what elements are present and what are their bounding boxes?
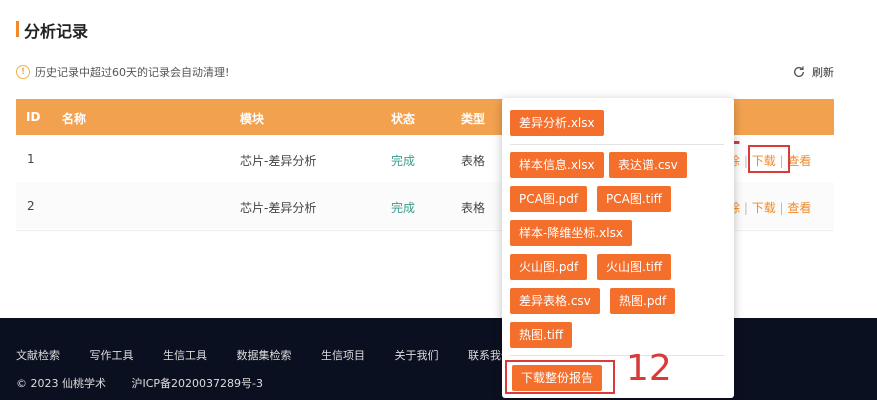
refresh-button[interactable]: 刷新 xyxy=(792,64,834,80)
popup-divider xyxy=(510,144,724,145)
icp-number[interactable]: 沪ICP备2020037289号-3 xyxy=(132,377,264,390)
file-button[interactable]: PCA图.pdf xyxy=(510,186,588,212)
download-popup: 差异分析.xlsx 样本信息.xlsx 表达谱.csv PCA图.pdf PCA… xyxy=(502,98,734,398)
cell-status: 完成 xyxy=(391,154,416,168)
view-link[interactable]: 查看 xyxy=(787,201,811,215)
popup-divider xyxy=(510,355,724,356)
view-link[interactable]: 查看 xyxy=(787,154,811,168)
footer-link-bioinfo-tools[interactable]: 生信工具 xyxy=(163,349,207,362)
cell-module: 芯片-差异分析 xyxy=(240,154,317,168)
copyright-text: © 2023 仙桃学术 xyxy=(16,377,106,390)
file-button[interactable]: 差异表格.csv xyxy=(510,288,600,314)
annotation-12: 12 xyxy=(626,348,672,389)
file-button[interactable]: 样本信息.xlsx xyxy=(510,152,604,178)
refresh-icon xyxy=(793,66,805,77)
file-button[interactable]: 热图.pdf xyxy=(610,288,676,314)
column-name: 名称 xyxy=(62,112,87,126)
footer-link-dataset-search[interactable]: 数据集检索 xyxy=(237,349,292,362)
report-highlight-box xyxy=(505,360,615,394)
download-highlight-box xyxy=(748,145,790,173)
file-button[interactable]: 样本-降维坐标.xlsx xyxy=(510,220,632,246)
page-title: 分析记录 xyxy=(24,22,89,41)
footer-link-writing-tools[interactable]: 写作工具 xyxy=(90,349,134,362)
file-button[interactable]: 表达谱.csv xyxy=(609,152,687,178)
file-button[interactable]: PCA图.tiff xyxy=(597,186,671,212)
copyright: © 2023 仙桃学术 沪ICP备2020037289号-3 xyxy=(16,375,263,391)
refresh-label: 刷新 xyxy=(812,66,834,79)
column-status: 状态 xyxy=(391,112,416,126)
column-id: ID xyxy=(26,110,41,124)
file-button[interactable]: 火山图.tiff xyxy=(597,254,672,280)
section-title-accent-bar xyxy=(16,21,19,37)
column-module: 模块 xyxy=(240,112,265,126)
footer-link-bioinfo-projects[interactable]: 生信项目 xyxy=(321,349,365,362)
cleanup-notice: 历史记录中超过60天的记录会自动清理! xyxy=(35,66,230,79)
info-icon: ! xyxy=(16,65,30,79)
cell-id: 2 xyxy=(27,199,35,213)
cell-status: 完成 xyxy=(391,201,416,215)
file-button[interactable]: 火山图.pdf xyxy=(510,254,588,280)
cell-id: 1 xyxy=(27,152,35,166)
file-button[interactable]: 差异分析.xlsx xyxy=(510,110,604,136)
cell-type: 表格 xyxy=(461,154,486,168)
footer-link-literature[interactable]: 文献检索 xyxy=(16,349,60,362)
column-type: 类型 xyxy=(461,112,486,126)
cell-type: 表格 xyxy=(461,201,486,215)
cell-module: 芯片-差异分析 xyxy=(240,201,317,215)
footer-link-about[interactable]: 关于我们 xyxy=(395,349,439,362)
footer-links: 文献检索 写作工具 生信工具 数据集检索 生信项目 关于我们 联系我们 xyxy=(16,347,538,363)
file-button[interactable]: 热图.tiff xyxy=(510,322,573,348)
download-link[interactable]: 下载 xyxy=(752,201,776,215)
